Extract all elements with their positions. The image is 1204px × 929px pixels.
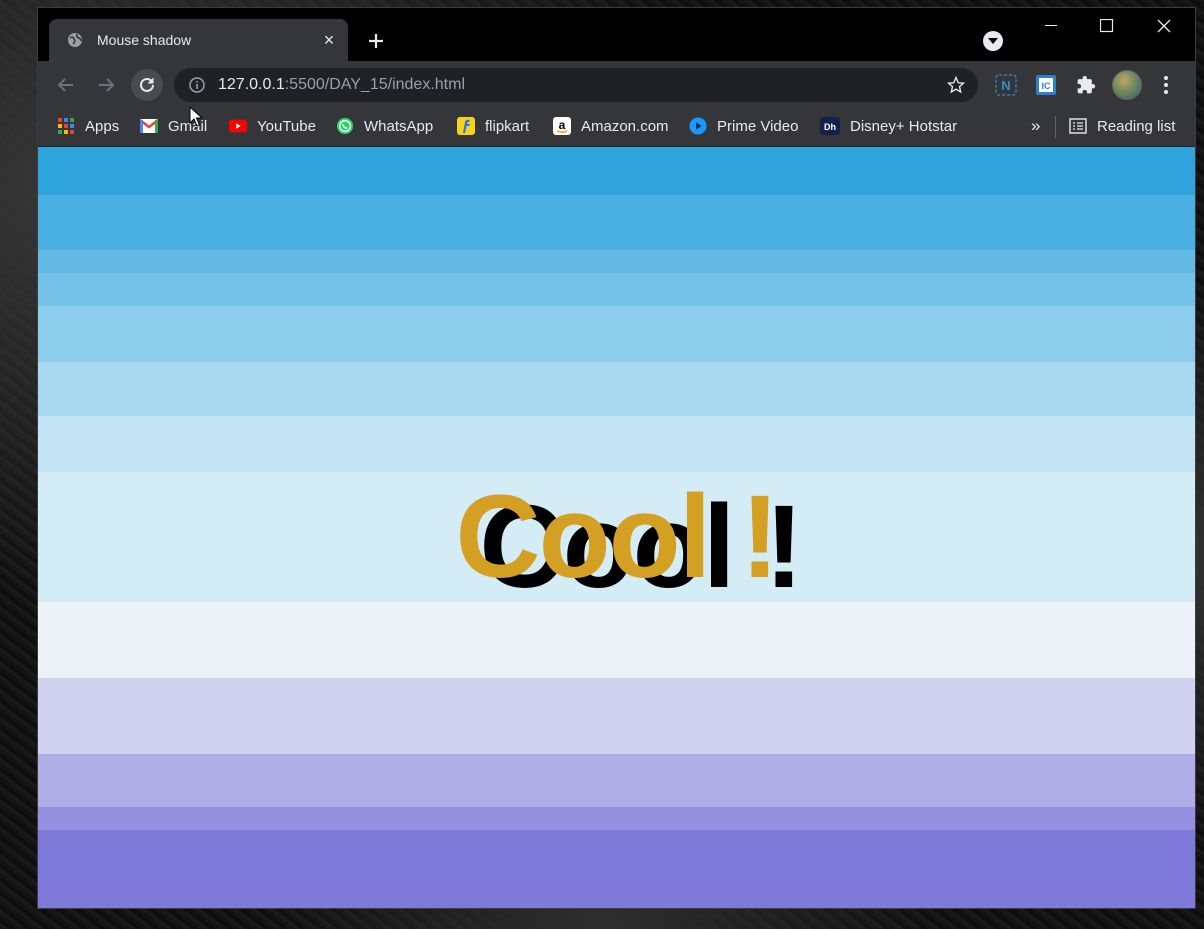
- background-band: [38, 416, 1195, 472]
- menu-kebab-icon[interactable]: [1154, 73, 1178, 97]
- bookmarks-overflow-button[interactable]: »: [1031, 114, 1040, 138]
- bookmark-amazon[interactable]: a Amazon.com: [553, 114, 669, 138]
- bookmark-label: Amazon.com: [581, 117, 669, 135]
- reading-list-icon: [1069, 117, 1087, 135]
- toolbar: 127.0.0.1:5500/DAY_15/index.html N IC: [38, 61, 1195, 108]
- forward-button[interactable]: [90, 69, 122, 101]
- maximize-icon[interactable]: [1079, 8, 1135, 44]
- back-button[interactable]: [50, 69, 82, 101]
- reload-button[interactable]: [131, 69, 163, 101]
- extensions-puzzle-icon[interactable]: [1074, 73, 1098, 97]
- bookmark-label: flipkart: [485, 117, 530, 135]
- svg-text:a: a: [559, 118, 566, 132]
- youtube-icon: [229, 117, 247, 135]
- background-band: [38, 306, 1195, 362]
- hero-container: Cool ! Cool !: [38, 472, 1195, 606]
- background-band: [38, 147, 1195, 195]
- url-host: 127.0.0.1: [218, 76, 285, 93]
- background-band: [38, 602, 1195, 678]
- hero-heading: Cool ! Cool !: [455, 478, 803, 606]
- bookmarks-divider: [1055, 116, 1056, 138]
- site-info-icon[interactable]: [188, 76, 206, 94]
- bookmark-flipkart[interactable]: flipkart: [457, 114, 529, 138]
- apps-grid-icon: [57, 117, 75, 135]
- extension-n-icon[interactable]: N: [994, 73, 1018, 97]
- background-band: [38, 362, 1195, 416]
- browser-window: Mouse shadow × 127.0.0.1:5500/DAY_15/ind…: [38, 8, 1195, 908]
- new-tab-button[interactable]: [362, 27, 390, 55]
- background-band: [38, 678, 1195, 754]
- bookmark-whatsapp[interactable]: WhatsApp: [336, 114, 433, 138]
- tab-search-icon[interactable]: [983, 31, 1003, 51]
- hotstar-icon: Dh: [820, 117, 840, 135]
- prime-video-icon: [689, 117, 707, 135]
- tab-title: Mouse shadow: [97, 32, 192, 48]
- amazon-icon: a: [553, 117, 571, 135]
- bookmark-prime-video[interactable]: Prime Video: [689, 114, 798, 138]
- reading-list-button[interactable]: Reading list: [1069, 114, 1175, 138]
- bookmark-star-icon[interactable]: [946, 75, 966, 95]
- bookmark-label: YouTube: [257, 117, 316, 135]
- close-window-icon[interactable]: [1136, 8, 1192, 44]
- background-band: [38, 807, 1195, 830]
- bookmark-hotstar[interactable]: Dh Disney+ Hotstar: [820, 114, 957, 138]
- bookmark-label: Disney+ Hotstar: [850, 117, 958, 135]
- background-band: [38, 754, 1195, 807]
- hero-text: Cool !: [455, 471, 779, 603]
- flipkart-icon: [457, 117, 475, 135]
- url-text[interactable]: 127.0.0.1:5500/DAY_15/index.html: [218, 76, 946, 94]
- minimize-icon[interactable]: [1023, 8, 1079, 44]
- bookmark-label: Apps: [85, 117, 120, 135]
- mouse-cursor-icon: [189, 105, 204, 133]
- profile-avatar[interactable]: [1112, 70, 1142, 100]
- reading-list-label: Reading list: [1097, 117, 1176, 135]
- tab-close-icon[interactable]: ×: [318, 29, 340, 51]
- whatsapp-icon: [336, 117, 354, 135]
- background-band: [38, 195, 1195, 250]
- url-path: :5500/DAY_15/index.html: [284, 76, 465, 93]
- bookmark-label: Prime Video: [717, 117, 799, 135]
- extension-ic-icon[interactable]: IC: [1034, 73, 1058, 97]
- bookmark-youtube[interactable]: YouTube: [229, 114, 316, 138]
- page-content: Cool ! Cool !: [38, 147, 1195, 908]
- background-band: [38, 830, 1195, 908]
- bookmarks-bar: Apps Gmail YouTube WhatsApp flipkart a A…: [38, 108, 1195, 147]
- svg-text:IC: IC: [1042, 81, 1052, 91]
- svg-text:Dh: Dh: [824, 122, 836, 132]
- background-band: [38, 273, 1195, 306]
- tab-strip: Mouse shadow ×: [38, 8, 1195, 61]
- bookmark-label: WhatsApp: [364, 117, 434, 135]
- globe-icon: [66, 31, 84, 49]
- background-band: [38, 250, 1195, 273]
- bookmark-apps[interactable]: Apps: [57, 114, 119, 138]
- address-bar[interactable]: 127.0.0.1:5500/DAY_15/index.html: [174, 68, 978, 102]
- gmail-icon: [140, 117, 158, 135]
- svg-text:N: N: [1001, 78, 1010, 93]
- tab-mouse-shadow[interactable]: Mouse shadow ×: [49, 19, 348, 61]
